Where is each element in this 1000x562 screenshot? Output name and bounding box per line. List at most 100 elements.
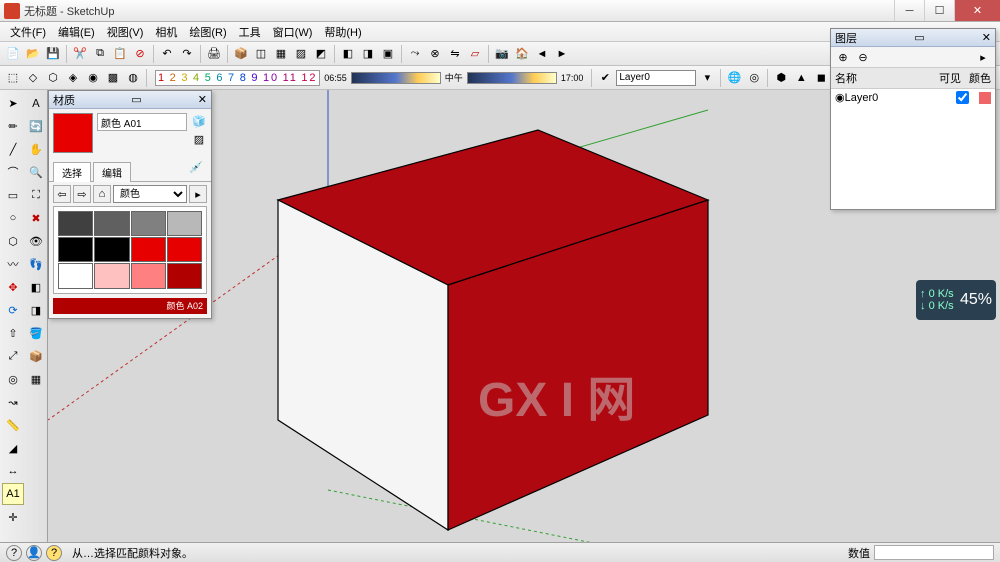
status-hint: 从…选择匹配颜料对象。 <box>72 545 193 561</box>
menu-view[interactable]: 视图(V) <box>101 22 150 42</box>
delete-layer-icon[interactable]: ⊖ <box>855 49 871 65</box>
mono-icon[interactable]: ◍ <box>124 69 142 87</box>
swatch[interactable] <box>94 263 129 288</box>
layer-row[interactable]: ◉ Layer0 <box>831 89 995 106</box>
menu-camera[interactable]: 相机 <box>149 22 183 42</box>
hidden-icon[interactable]: ◈ <box>64 69 82 87</box>
layers-menu-icon[interactable]: ▸ <box>975 49 991 65</box>
undo-icon[interactable]: ↶ <box>158 45 176 63</box>
open-icon[interactable]: 📂 <box>24 45 42 63</box>
swatch[interactable] <box>94 211 129 236</box>
wireframe-icon[interactable]: ⬡ <box>44 69 62 87</box>
add-layer-icon[interactable]: ⊕ <box>835 49 851 65</box>
component2-icon[interactable]: ◫ <box>252 45 270 63</box>
menu-edit[interactable]: 编辑(E) <box>52 22 101 42</box>
timeline-frames[interactable]: 1 2 3 4 5 6 7 8 9 10 11 12 <box>155 70 320 86</box>
layers-close-icon[interactable]: ✕ <box>982 31 991 44</box>
layer-dropdown-icon[interactable]: ▾ <box>698 69 716 87</box>
swatch[interactable] <box>94 237 129 262</box>
layers-minimize-icon[interactable]: ▭ <box>914 31 924 44</box>
swatch[interactable] <box>58 237 93 262</box>
swatch[interactable] <box>58 211 93 236</box>
edit-group-icon[interactable]: ▣ <box>379 45 397 63</box>
nav-home-icon[interactable]: ⌂ <box>93 185 111 203</box>
swatch[interactable] <box>58 263 93 288</box>
time-slider-2[interactable] <box>467 72 557 84</box>
group-icon[interactable]: ◧ <box>339 45 357 63</box>
menu-help[interactable]: 帮助(H) <box>318 22 367 42</box>
face-icon[interactable]: ◇ <box>24 69 42 87</box>
time-slider[interactable] <box>351 72 441 84</box>
create-material-icon[interactable]: 🧊 <box>191 113 207 129</box>
layer-color-swatch[interactable] <box>979 92 991 104</box>
follow-icon[interactable]: ⤳ <box>406 45 424 63</box>
intersect-icon[interactable]: ⊗ <box>426 45 444 63</box>
close-button[interactable]: ✕ <box>954 0 1000 21</box>
home-icon[interactable]: 🏠 <box>513 45 531 63</box>
menu-tools[interactable]: 工具 <box>233 22 267 42</box>
status-value-input[interactable] <box>874 545 994 560</box>
materials-category-select[interactable]: 颜色 <box>113 185 187 203</box>
menu-file[interactable]: 文件(F) <box>4 22 52 42</box>
swatch[interactable] <box>131 263 166 288</box>
scale-icon[interactable]: ▱ <box>466 45 484 63</box>
col-color[interactable]: 颜色 <box>965 68 995 88</box>
cut-icon[interactable]: ✂️ <box>71 45 89 63</box>
redo-icon[interactable]: ↷ <box>178 45 196 63</box>
panel-minimize-icon[interactable]: ▭ <box>131 93 141 106</box>
next-icon[interactable]: ► <box>553 45 571 63</box>
globe-sel-icon[interactable]: ◎ <box>745 69 763 87</box>
materials-tab-edit[interactable]: 编辑 <box>93 162 131 182</box>
panel-close-icon[interactable]: ✕ <box>198 93 207 106</box>
save-icon[interactable]: 💾 <box>44 45 62 63</box>
swatch[interactable] <box>131 237 166 262</box>
swatch[interactable] <box>131 211 166 236</box>
layer-radio-icon[interactable]: ◉ <box>835 91 845 104</box>
print-icon[interactable]: 🖨 <box>205 45 223 63</box>
component3-icon[interactable]: ▦ <box>272 45 290 63</box>
swatch[interactable] <box>167 211 202 236</box>
status-info-icon[interactable]: ? <box>6 545 22 561</box>
textured-icon[interactable]: ▩ <box>104 69 122 87</box>
materials-tab-select[interactable]: 选择 <box>53 162 91 182</box>
component-icon[interactable]: 📦 <box>232 45 250 63</box>
col-visible[interactable]: 可见 <box>935 68 965 88</box>
component4-icon[interactable]: ▨ <box>292 45 310 63</box>
maximize-button[interactable]: ☐ <box>924 0 954 21</box>
iso-icon[interactable]: ⬢ <box>772 69 790 87</box>
col-name[interactable]: 名称 <box>831 68 935 88</box>
flip-icon[interactable]: ⇋ <box>446 45 464 63</box>
prev-icon[interactable]: ◄ <box>533 45 551 63</box>
nav-back-icon[interactable]: ⇦ <box>53 185 71 203</box>
materials-grid <box>53 206 207 294</box>
new-icon[interactable]: 📄 <box>4 45 22 63</box>
status-help-icon[interactable]: ? <box>46 545 62 561</box>
delete-icon[interactable]: ⊘ <box>131 45 149 63</box>
default-material-icon[interactable]: ▨ <box>191 131 207 147</box>
menu-window[interactable]: 窗口(W) <box>267 22 319 42</box>
top-icon[interactable]: ▲ <box>792 69 810 87</box>
network-speed-widget[interactable]: ↑ 0 K/s ↓ 0 K/s 45% <box>916 280 996 320</box>
paste-icon[interactable]: 📋 <box>111 45 129 63</box>
swatch[interactable] <box>167 237 202 262</box>
front-icon[interactable]: ◼ <box>812 69 830 87</box>
component5-icon[interactable]: ◩ <box>312 45 330 63</box>
select-icon[interactable]: ⬚ <box>4 69 22 87</box>
camera-icon[interactable]: 📷 <box>493 45 511 63</box>
swatch[interactable] <box>167 263 202 288</box>
copy-icon[interactable]: ⧉ <box>91 45 109 63</box>
nav-fwd-icon[interactable]: ⇨ <box>73 185 91 203</box>
status-geo-icon[interactable]: 👤 <box>26 545 42 561</box>
material-preview-swatch[interactable] <box>53 113 93 153</box>
layer-visible-checkbox[interactable] <box>956 91 969 104</box>
globe-icon[interactable]: 🌐 <box>725 69 743 87</box>
shaded-icon[interactable]: ◉ <box>84 69 102 87</box>
check-icon[interactable]: ✔ <box>596 69 614 87</box>
minimize-button[interactable]: ─ <box>894 0 924 21</box>
menu-draw[interactable]: 绘图(R) <box>183 22 232 42</box>
detail-icon[interactable]: ▸ <box>189 185 207 203</box>
layer-field[interactable] <box>616 70 696 86</box>
ungroup-icon[interactable]: ◨ <box>359 45 377 63</box>
eyedropper-icon[interactable]: 💉 <box>189 161 207 179</box>
material-name-field[interactable]: 颜色 A01 <box>97 113 187 131</box>
